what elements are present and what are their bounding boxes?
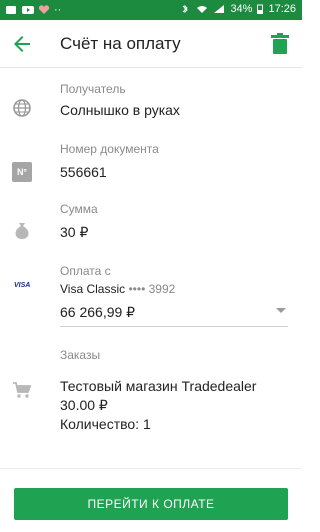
card-name: Visa Classic — [60, 282, 126, 296]
status-right: 34% 17:26 — [179, 3, 296, 15]
app-bar: Счёт на оплату — [0, 20, 302, 68]
youtube-icon — [22, 6, 34, 14]
more-notifications-icon: ·· — [54, 4, 62, 16]
battery-percent: 34% — [230, 3, 253, 15]
back-arrow-icon[interactable] — [10, 32, 34, 56]
status-left: ·· — [6, 4, 61, 16]
heart-icon — [38, 5, 50, 15]
amount-label: Сумма — [60, 202, 98, 216]
visa-logo: VISA — [14, 282, 31, 289]
clock: 17:26 — [268, 3, 296, 15]
dropdown-arrow-icon[interactable] — [276, 308, 286, 313]
order-price: 30.00 ₽ — [60, 397, 108, 413]
globe-icon — [13, 99, 31, 117]
notification-icon — [6, 6, 16, 14]
battery-icon — [257, 4, 264, 14]
wifi-icon — [197, 6, 208, 13]
cart-icon — [13, 382, 32, 398]
card-balance: 66 266,99 ₽ — [60, 304, 136, 320]
card-selector-underline — [60, 326, 288, 327]
orders-label: Заказы — [60, 348, 101, 362]
signal-icon — [214, 5, 225, 13]
money-bag-icon — [15, 223, 29, 239]
document-label: Номер документа — [60, 142, 159, 156]
delete-icon[interactable] — [270, 32, 290, 56]
recipient-value: Солнышко в руках — [60, 102, 180, 118]
recipient-label: Получатель — [60, 82, 126, 96]
payment-from-label: Оплата с — [60, 264, 111, 278]
document-value: 556661 — [60, 164, 107, 180]
order-quantity: Количество: 1 — [60, 416, 151, 432]
bluetooth-icon — [183, 4, 189, 14]
proceed-to-payment-button[interactable]: ПЕРЕЙТИ К ОПЛАТЕ — [14, 488, 288, 520]
amount-value: 30 ₽ — [60, 224, 89, 240]
page-title: Счёт на оплату — [60, 34, 181, 53]
bottom-divider — [0, 468, 302, 469]
status-bar: ·· 34% 17:26 — [0, 0, 302, 20]
order-shop-name: Тестовый магазин Tradedealer — [60, 378, 257, 394]
card-selector[interactable]: Visa Classic •••• 3992 — [60, 282, 175, 296]
card-mask: •••• 3992 — [128, 282, 176, 296]
document-number-icon: N° — [12, 162, 32, 182]
